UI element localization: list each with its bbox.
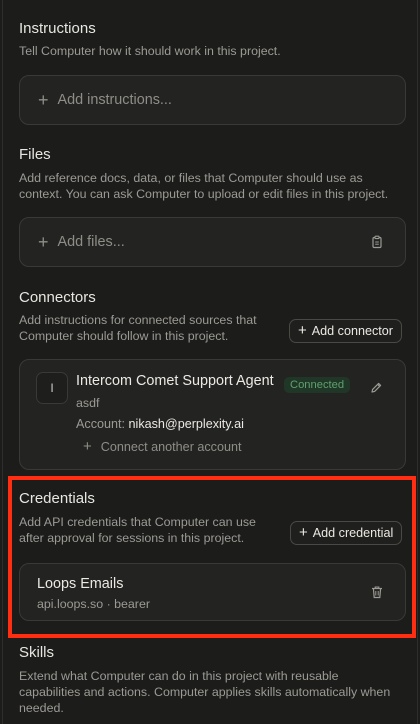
add-connector-button[interactable]: + Add connector [289,319,402,343]
instructions-description: Tell Computer how it should work in this… [19,44,281,58]
add-files-label: Add files... [57,234,125,250]
skills-description-line3: needed. [19,701,64,715]
skills-description-line2: capabilities and actions. Computer appli… [19,685,391,699]
connector-avatar: I [36,372,68,404]
add-files-field[interactable]: + Add files... [19,217,406,267]
instructions-heading: Instructions [19,20,96,37]
connect-another-label: Connect another account [100,440,242,454]
connected-badge: Connected [284,377,351,393]
add-connector-label: Add connector [311,324,393,338]
plus-icon: + [298,322,307,339]
files-description-line1: Add reference docs, data, or files that … [19,171,363,185]
credentials-highlight-frame [8,476,416,638]
panel-right-edge [417,0,418,724]
skills-description-line1: Extend what Computer can do in this proj… [19,669,339,683]
account-label: Account: [76,417,126,431]
panel-left-edge [2,0,3,724]
project-settings-panel: Instructions Tell Computer how it should… [0,0,420,724]
plus-icon: + [38,90,49,110]
connectors-description-line1: Add instructions for connected sources t… [19,313,257,327]
plus-icon: + [83,438,92,455]
files-heading: Files [19,146,51,163]
plus-icon: + [38,232,49,252]
account-email: nikash@perplexity.ai [128,417,244,431]
clipboard-icon[interactable] [370,235,384,249]
connector-name: Intercom Comet Support Agent [76,373,274,389]
connectors-description-line2: Computer should follow in this project. [19,329,229,343]
add-instructions-field[interactable]: + Add instructions... [19,75,406,125]
files-description-line2: context. You can ask Computer to upload … [19,187,389,201]
connectors-heading: Connectors [19,289,96,306]
connector-status: Connected [284,375,351,393]
edit-icon[interactable] [370,381,383,394]
connector-note: asdf [76,396,100,410]
connector-account: Account: nikash@perplexity.ai [76,417,244,431]
skills-heading: Skills [19,644,55,661]
add-instructions-label: Add instructions... [57,92,172,108]
connector-card: I Intercom Comet Support Agent Connected… [19,359,406,470]
connect-another-account-link[interactable]: + Connect another account [83,438,242,455]
